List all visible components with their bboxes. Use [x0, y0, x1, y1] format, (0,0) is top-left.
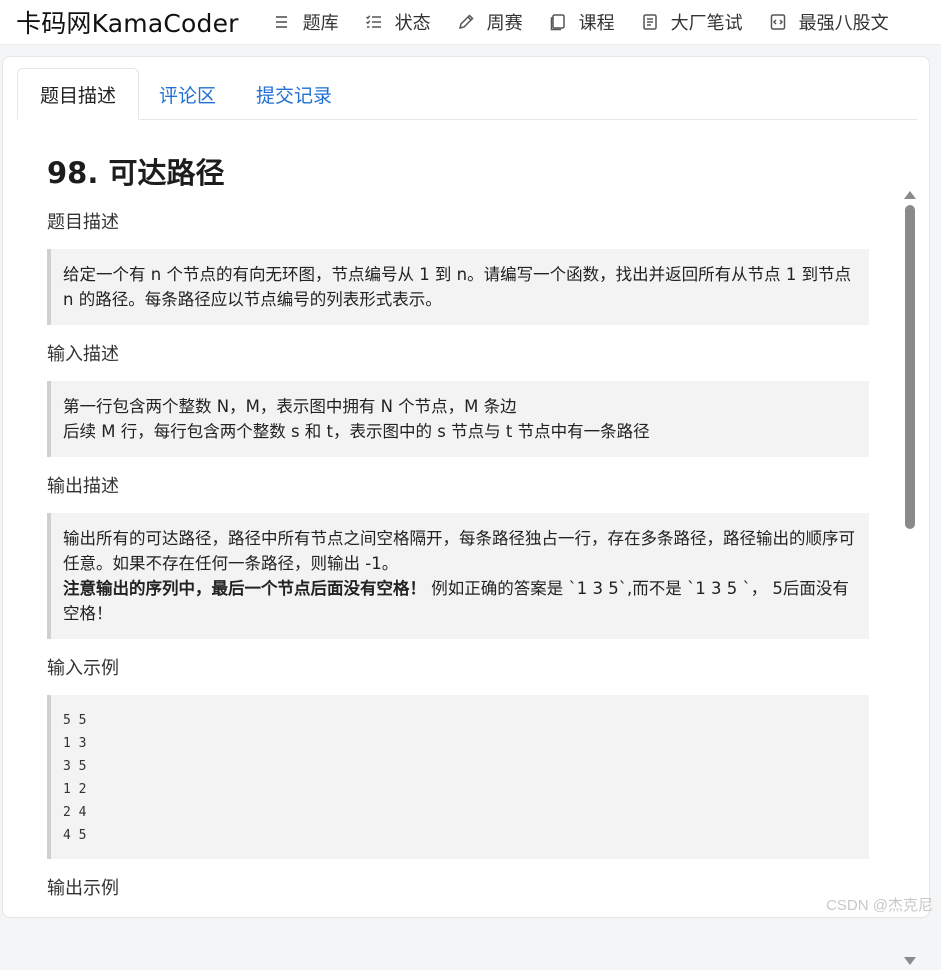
nav-exams[interactable]: 大厂笔试: [641, 9, 743, 35]
nav-problems-label: 题库: [302, 13, 339, 34]
sample-input-heading: 输入示例: [47, 658, 119, 679]
description-heading: 题目描述: [47, 212, 119, 233]
input-line-2: 后续 M 行，每行包含两个整数 s 和 t，表示图中的 s 节点与 t 节点中有…: [63, 422, 650, 441]
scrollbar-thumb[interactable]: [905, 205, 915, 529]
book-icon: [549, 13, 567, 31]
description-block: 给定一个有 n 个节点的有向无环图，节点编号从 1 到 n。请编写一个函数，找出…: [47, 249, 869, 325]
scroll-up-arrow-icon[interactable]: [903, 185, 917, 199]
nav-contest-label: 周赛: [486, 13, 523, 34]
code-line: 2 4: [63, 805, 87, 820]
tab-description[interactable]: 题目描述: [17, 68, 139, 120]
tab-comments[interactable]: 评论区: [139, 69, 236, 119]
problem-title: 98. 可达路径: [47, 156, 225, 190]
nav-exams-label: 大厂笔试: [670, 13, 743, 34]
output-block: 输出所有的可达路径，路径中所有节点之间空格隔开，每条路径独占一行，存在多条路径，…: [47, 513, 869, 639]
site-logo[interactable]: 卡码网KamaCoder: [16, 4, 239, 40]
code-file-icon: [769, 13, 787, 31]
csdn-watermark: CSDN @杰克尼: [826, 897, 933, 914]
nav-courses-label: 课程: [578, 13, 615, 34]
description-text: 给定一个有 n 个节点的有向无环图，节点编号从 1 到 n。请编写一个函数，找出…: [63, 265, 852, 309]
scroll-down-arrow-icon[interactable]: [903, 951, 917, 965]
nav-interview[interactable]: 最强八股文: [769, 9, 889, 35]
output-warning: 注意输出的序列中，最后一个节点后面没有空格！: [63, 579, 426, 598]
nav-contest[interactable]: 周赛: [457, 9, 523, 35]
input-line-1: 第一行包含两个整数 N，M，表示图中拥有 N 个节点，M 条边: [63, 397, 517, 416]
checklist-icon: [365, 13, 383, 31]
nav-problems[interactable]: 题库: [273, 9, 339, 35]
input-block: 第一行包含两个整数 N，M，表示图中拥有 N 个节点，M 条边 后续 M 行，每…: [47, 381, 869, 457]
tab-bar: 题目描述 评论区 提交记录: [17, 67, 917, 120]
vertical-scrollbar[interactable]: [901, 185, 919, 965]
code-line: 5 5: [63, 713, 87, 728]
pencil-icon: [457, 13, 475, 31]
problem-panel: 题目描述 评论区 提交记录 98. 可达路径 题目描述 给定一个有 n 个节点的…: [2, 56, 930, 965]
code-line: 3 5: [63, 759, 87, 774]
output-text: 输出所有的可达路径，路径中所有节点之间空格隔开，每条路径独占一行，存在多条路径，…: [63, 529, 855, 573]
list-icon: [273, 13, 291, 31]
code-line: 1 3: [63, 736, 87, 751]
sample-input-block: 5 5 1 3 3 5 1 2 2 4 4 5: [47, 695, 869, 859]
sample-output-heading: 输出示例: [47, 878, 119, 899]
top-navbar: 卡码网KamaCoder 题库 状态 周赛 课程 大厂笔试 最强八股文: [0, 0, 941, 45]
code-line: 4 5: [63, 828, 87, 843]
nav-status[interactable]: 状态: [365, 9, 431, 35]
nav-status-label: 状态: [394, 13, 431, 34]
input-heading: 输入描述: [47, 344, 119, 365]
document-icon: [641, 13, 659, 31]
problem-content: 98. 可达路径 题目描述 给定一个有 n 个节点的有向无环图，节点编号从 1 …: [47, 133, 869, 917]
output-heading: 输出描述: [47, 476, 119, 497]
nav-interview-label: 最强八股文: [798, 13, 889, 34]
code-line: 1 2: [63, 782, 87, 797]
nav-courses[interactable]: 课程: [549, 9, 615, 35]
tab-submissions[interactable]: 提交记录: [236, 69, 352, 119]
